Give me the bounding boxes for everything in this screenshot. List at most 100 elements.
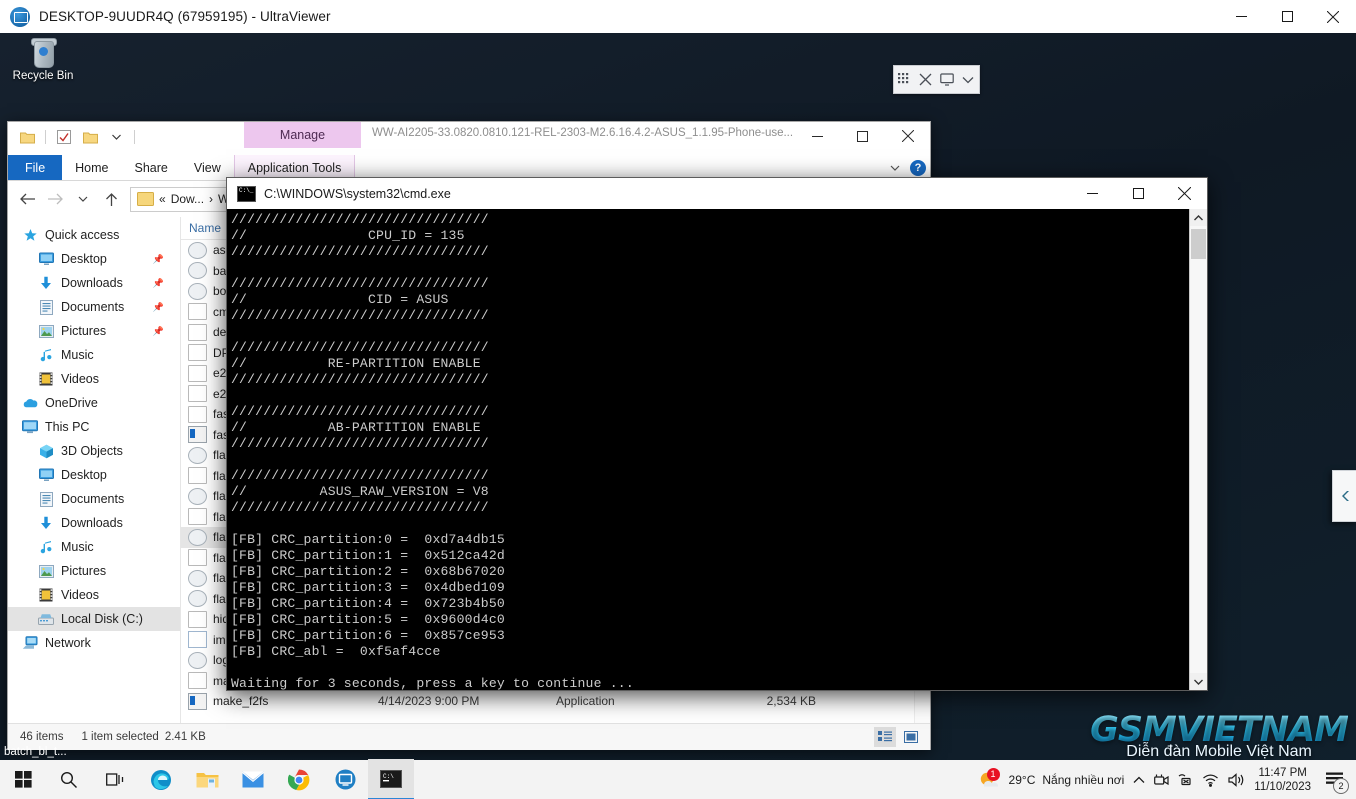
tab-share[interactable]: Share: [122, 155, 181, 180]
remote-desktop-canvas[interactable]: Recycle Bin Manage WW-AI2205-33.0820.081…: [0, 33, 1356, 799]
sidebar-item-pictures[interactable]: Pictures: [8, 559, 180, 583]
pin-icon[interactable]: 📌: [153, 326, 164, 337]
sidebar-item-music[interactable]: Music: [8, 535, 180, 559]
tab-file[interactable]: File: [8, 155, 63, 180]
cmd-window[interactable]: C:\WINDOWS\system32\cmd.exe ////////////…: [226, 177, 1208, 691]
new-folder-icon[interactable]: [79, 126, 101, 148]
chevron-down-icon[interactable]: [105, 126, 127, 148]
sidebar-item-quick-access[interactable]: Quick access: [8, 223, 180, 247]
wifi-icon[interactable]: [1202, 773, 1219, 787]
camera-icon[interactable]: [1154, 773, 1169, 787]
recent-locations-button[interactable]: [70, 186, 96, 212]
weather-icon: 1: [978, 767, 1002, 791]
mail-button[interactable]: [230, 760, 276, 799]
minimize-button[interactable]: [1218, 0, 1264, 33]
sidebar-item-documents[interactable]: Documents: [8, 487, 180, 511]
sidebar-item-desktop[interactable]: Desktop 📌: [8, 247, 180, 271]
watermark-main: GSMVIETNAM: [1090, 710, 1349, 750]
ultraviewer-button[interactable]: [322, 760, 368, 799]
sidebar-item-local-disk-c[interactable]: Local Disk (C:): [8, 607, 180, 631]
cmd-scrollbar[interactable]: [1189, 209, 1207, 690]
sidebar-item-onedrive[interactable]: OneDrive: [8, 391, 180, 415]
volume-icon[interactable]: [1228, 772, 1245, 787]
explorer-sidebar[interactable]: Quick access Desktop 📌 Downloads 📌 Documents 📌…: [8, 217, 181, 723]
desktop-icon-recycle-bin[interactable]: Recycle Bin: [10, 38, 76, 83]
no-network-icon[interactable]: [1178, 773, 1193, 787]
chevron-up-icon[interactable]: [1133, 776, 1145, 784]
taskbar-weather[interactable]: 1 29°C Nắng nhiều nơi: [978, 767, 1124, 791]
ultraviewer-titlebar[interactable]: DESKTOP-9UUDR4Q (67959195) - UltraViewer: [0, 0, 1356, 33]
sidebar-item-documents[interactable]: Documents 📌: [8, 295, 180, 319]
cmd-button[interactable]: C:\: [368, 759, 414, 799]
sidebar-item-videos[interactable]: Videos: [8, 367, 180, 391]
details-view-icon[interactable]: [874, 727, 896, 747]
taskbar-clock[interactable]: 11:47 PM 11/10/2023: [1254, 766, 1311, 794]
cmd-console-body[interactable]: //////////////////////////////// // CPU_…: [227, 209, 1207, 690]
cmd-titlebar[interactable]: C:\WINDOWS\system32\cmd.exe: [227, 178, 1207, 209]
sidebar-item-label: Music: [61, 540, 94, 554]
close-button[interactable]: [1161, 178, 1207, 209]
chrome-button[interactable]: [276, 760, 322, 799]
breadcrumb-overflow[interactable]: «: [159, 192, 166, 206]
scroll-up-icon[interactable]: [1190, 209, 1207, 226]
status-view-buttons[interactable]: [874, 727, 930, 747]
pin-icon[interactable]: 📌: [153, 302, 164, 313]
move-icon[interactable]: [915, 73, 936, 86]
taskbar[interactable]: C:\ 1 29°C Nắng nhiều nơi 11:47 PM 11/10…: [0, 759, 1356, 799]
grid-icon[interactable]: [894, 73, 915, 86]
sidebar-item-label: Pictures: [61, 564, 107, 578]
pin-icon[interactable]: 📌: [153, 254, 164, 265]
back-button[interactable]: [14, 186, 40, 212]
breadcrumb-segment-downloads[interactable]: Dow...: [171, 192, 204, 206]
cmd-scroll-thumb[interactable]: [1191, 229, 1206, 259]
table-row[interactable]: make_f2fs 4/14/2023 9:00 PM Application 2,5…: [181, 691, 930, 712]
task-view-button[interactable]: [92, 760, 138, 799]
search-button[interactable]: [46, 760, 92, 799]
close-button[interactable]: [885, 122, 930, 150]
explorer-titlebar[interactable]: Manage WW-AI2205-33.0820.0810.121-REL-23…: [8, 122, 930, 155]
maximize-button[interactable]: [1115, 178, 1161, 209]
pin-icon[interactable]: 📌: [153, 278, 164, 289]
file-type-icon: [188, 467, 207, 485]
sidebar-item-videos[interactable]: Videos: [8, 583, 180, 607]
sidebar-item-this-pc[interactable]: This PC: [8, 415, 180, 439]
help-icon[interactable]: ?: [910, 159, 926, 176]
up-button[interactable]: [98, 186, 124, 212]
forward-button[interactable]: [42, 186, 68, 212]
sidebar-item-desktop[interactable]: Desktop: [8, 463, 180, 487]
chevron-down-icon[interactable]: [958, 76, 979, 84]
monitor-icon[interactable]: [937, 73, 958, 86]
ultraviewer-float-toolbar[interactable]: [893, 65, 980, 94]
edge-button[interactable]: [138, 760, 184, 799]
start-button[interactable]: [0, 760, 46, 799]
file-explorer-button[interactable]: [184, 760, 230, 799]
chevron-left-icon: [1342, 491, 1349, 501]
scroll-down-icon[interactable]: [1190, 673, 1207, 690]
properties-icon[interactable]: [53, 126, 75, 148]
edge-flyout-tab[interactable]: [1332, 470, 1356, 522]
folder-icon[interactable]: [16, 126, 38, 148]
minimize-button[interactable]: [795, 122, 840, 150]
sidebar-item-3d-objects[interactable]: 3D Objects: [8, 439, 180, 463]
system-tray[interactable]: 1 29°C Nắng nhiều nơi 11:47 PM 11/10/202…: [978, 760, 1356, 799]
maximize-button[interactable]: [840, 122, 885, 150]
close-button[interactable]: [1310, 0, 1356, 33]
file-date: 4/14/2023 9:00 PM: [378, 694, 480, 709]
quick-access-toolbar[interactable]: [8, 122, 138, 152]
chevron-down-icon[interactable]: [890, 159, 900, 177]
sidebar-item-downloads[interactable]: Downloads 📌: [8, 271, 180, 295]
minimize-button[interactable]: [1069, 178, 1115, 209]
toolbar-separator-2: [134, 130, 135, 144]
tab-home[interactable]: Home: [62, 155, 121, 180]
sidebar-item-network[interactable]: Network: [8, 631, 180, 655]
maximize-button[interactable]: [1264, 0, 1310, 33]
sidebar-item-downloads[interactable]: Downloads: [8, 511, 180, 535]
large-icons-view-icon[interactable]: [900, 727, 922, 747]
notification-center-button[interactable]: 2: [1320, 760, 1350, 799]
sidebar-item-music[interactable]: Music: [8, 343, 180, 367]
svg-text:C:\: C:\: [383, 773, 394, 780]
file-type-icon: [188, 241, 207, 259]
file-type-icon: [188, 569, 207, 587]
sidebar-item-pictures[interactable]: Pictures 📌: [8, 319, 180, 343]
contextual-tab-manage[interactable]: Manage: [244, 122, 361, 148]
